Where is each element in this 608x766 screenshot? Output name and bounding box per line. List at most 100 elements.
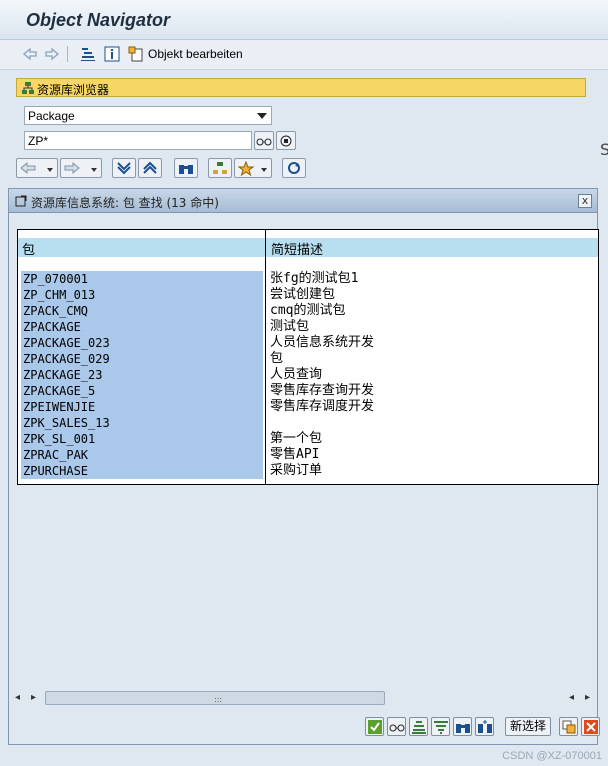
collapse-up-button[interactable] (138, 158, 162, 178)
info-icon[interactable] (104, 46, 120, 62)
object-type-value: Package (28, 109, 75, 123)
package-name[interactable]: ZPACKAGE (21, 319, 263, 335)
package-description: 包 (270, 351, 284, 366)
table-row[interactable]: ZPEIWENJIE 零售库存调度开发 (18, 399, 598, 415)
scrollbar-thumb[interactable]: ::: (45, 691, 385, 705)
table-row[interactable]: ZPK_SL_001 第一个包 (18, 431, 598, 447)
hierarchy-icon[interactable] (80, 46, 96, 62)
package-name[interactable]: ZP_070001 (21, 271, 263, 287)
tree-structure-icon (213, 162, 227, 174)
chevron-down-icon (91, 168, 97, 172)
next-object-button[interactable] (60, 158, 102, 178)
package-name[interactable]: ZPK_SL_001 (21, 431, 263, 447)
table-row[interactable]: ZPACKAGE_5 零售库存查询开发 (18, 383, 598, 399)
table-row[interactable]: ZPACKAGE_23 人员查询 (18, 367, 598, 383)
package-description: 尝试创建包 (270, 287, 336, 302)
column-header-package[interactable]: 包 (22, 239, 35, 258)
display-glasses-button[interactable] (254, 131, 274, 150)
package-name[interactable]: ZPACKAGE_5 (21, 383, 263, 399)
package-name[interactable]: ZPACKAGE_23 (21, 367, 263, 383)
copy-button[interactable] (559, 717, 578, 736)
binoculars-plus-icon (478, 720, 492, 733)
glasses-icon (256, 138, 272, 146)
package-description: 零售API (270, 447, 320, 462)
table-row[interactable]: ZPK_SALES_13 (18, 415, 598, 431)
table-row[interactable]: ZPACKAGE_029 包 (18, 351, 598, 367)
clipped-panel-text: S (600, 140, 608, 159)
repository-browser-header[interactable]: 资源库浏览器 (16, 78, 586, 97)
package-description: 张fg的测试包1 (270, 271, 359, 286)
package-name[interactable]: ZPACKAGE_023 (21, 335, 263, 351)
scroll-right-icon[interactable]: ▸ (31, 692, 36, 703)
table-row[interactable]: ZP_CHM_013 尝试创建包 (18, 287, 598, 303)
package-name[interactable]: ZP_CHM_013 (21, 287, 263, 303)
table-row[interactable]: ZPRAC_PAK 零售API (18, 447, 598, 463)
find-button[interactable] (174, 158, 198, 178)
cancel-button[interactable] (581, 717, 600, 736)
table-row[interactable]: ZPACKAGE_023 人员信息系统开发 (18, 335, 598, 351)
close-icon (584, 720, 598, 734)
display-button[interactable] (387, 717, 406, 736)
horizontal-scrollbar[interactable]: ◂ ▸ ::: ◂ ▸ (13, 689, 595, 707)
table-row[interactable]: ZP_070001 张fg的测试包1 (18, 271, 598, 287)
sort-ascending-button[interactable] (409, 717, 428, 736)
column-header-description[interactable]: 简短描述 (271, 239, 323, 258)
dialog-title-bar[interactable]: 资源库信息系统: 包 查找 (13 命中) x (9, 189, 597, 213)
package-name[interactable]: ZPURCHASE (21, 463, 263, 479)
find-button[interactable] (453, 717, 472, 736)
package-description (270, 415, 598, 431)
chevron-double-down-icon (117, 162, 131, 175)
table-header: 包 简短描述 (18, 238, 598, 258)
package-name[interactable]: ZPACKAGE_029 (21, 351, 263, 367)
package-search-input[interactable] (24, 131, 252, 150)
repository-tree-icon (22, 82, 34, 94)
dialog-title: 资源库信息系统: 包 查找 (13 命中) (31, 196, 219, 210)
binoculars-icon (456, 724, 470, 733)
glasses-icon (389, 724, 405, 732)
table-row[interactable]: ZPACK_CMQ cmq的测试包 (18, 303, 598, 319)
expand-down-button[interactable] (112, 158, 136, 178)
package-name[interactable]: ZPACK_CMQ (21, 303, 263, 319)
synchronize-button[interactable] (282, 158, 306, 178)
edit-object-icon[interactable] (128, 46, 144, 62)
chevron-down-icon (261, 168, 267, 172)
package-description: 零售库存查询开发 (270, 383, 375, 398)
package-description: 人员查询 (270, 367, 323, 382)
package-description: 测试包 (270, 319, 310, 334)
filter-icon (434, 721, 448, 734)
scroll-right-icon[interactable]: ▸ (585, 692, 590, 703)
package-name[interactable]: ZPRAC_PAK (21, 447, 263, 463)
object-tree-button[interactable] (208, 158, 232, 178)
grip-icon: ::: (214, 695, 223, 704)
repository-browser-label: 资源库浏览器 (37, 83, 110, 97)
sync-icon (288, 162, 300, 174)
package-description: 零售库存调度开发 (270, 399, 375, 414)
find-next-button[interactable] (475, 717, 494, 736)
star-icon (238, 161, 254, 176)
package-description: cmq的测试包 (270, 303, 346, 318)
forward-arrow-icon[interactable] (44, 46, 60, 62)
package-name[interactable]: ZPK_SALES_13 (21, 415, 263, 431)
filter-button[interactable] (431, 717, 450, 736)
package-description: 采购订单 (270, 463, 323, 478)
scroll-left-icon[interactable]: ◂ (569, 692, 574, 703)
table-row[interactable]: ZPURCHASE 采购订单 (18, 463, 598, 479)
close-icon[interactable]: x (578, 194, 592, 208)
favorites-button[interactable] (234, 158, 272, 178)
toolbar-separator (67, 46, 68, 62)
checkmark-icon (368, 720, 382, 734)
previous-object-button[interactable] (16, 158, 58, 178)
refresh-button[interactable] (276, 131, 296, 150)
package-search-text[interactable] (25, 132, 251, 149)
package-name[interactable]: ZPEIWENJIE (21, 399, 263, 415)
edit-object-button[interactable]: Objekt bearbeiten (148, 47, 243, 61)
package-description: 第一个包 (270, 431, 323, 446)
search-results-dialog: 资源库信息系统: 包 查找 (13 命中) x 包 简短描述 ZP_070001… (8, 188, 600, 745)
table-row[interactable]: ZPACKAGE 测试包 (18, 319, 598, 335)
object-type-dropdown[interactable]: Package (24, 106, 272, 125)
new-selection-button[interactable]: 新选择 (505, 717, 551, 736)
binoculars-icon (179, 165, 193, 174)
back-arrow-icon[interactable] (22, 46, 38, 62)
scroll-left-icon[interactable]: ◂ (15, 692, 20, 703)
continue-button[interactable] (365, 717, 384, 736)
